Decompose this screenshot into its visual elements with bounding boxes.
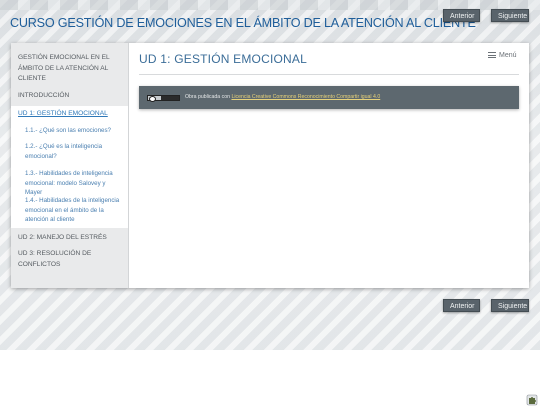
previous-button-bottom[interactable]: Anterior [443, 299, 480, 312]
menu-label: Menú [499, 52, 517, 59]
license-link[interactable]: Licencia Creative Commons Reconocimiento… [231, 94, 380, 100]
license-bar: Obra publicada con Licencia Creative Com… [139, 86, 519, 109]
license-text: Obra publicada con Licencia Creative Com… [185, 94, 380, 100]
sidebar: GESTIÓN EMOCIONAL EN EL ÁMBITO DE LA ATE… [11, 43, 129, 288]
next-button-top[interactable]: Siguiente [491, 9, 529, 22]
sidebar-subitem-1-4[interactable]: 1.4.- Habilidades de la inteligencia emo… [11, 196, 128, 225]
course-title: CURSO GESTIÓN DE EMOCIONES EN EL ÁMBITO … [10, 16, 476, 30]
next-button-bottom[interactable]: Siguiente [491, 299, 529, 312]
menu-icon [488, 52, 496, 59]
creative-commons-badge-icon[interactable] [147, 95, 180, 102]
license-prefix: Obra publicada con [185, 94, 230, 100]
sidebar-item-ud2[interactable]: UD 2: MANEJO DEL ESTRÉS [11, 233, 128, 244]
sidebar-subitem-1-1[interactable]: 1.1.- ¿Qué son las emociones? [11, 126, 128, 136]
page-footer-area [0, 350, 540, 405]
sidebar-subitem-1-3[interactable]: 1.3.- Habilidades de inteligencia emocio… [11, 169, 128, 198]
title-divider [139, 74, 519, 75]
sidebar-item-introduccion[interactable]: INTRODUCCIÓN [11, 91, 128, 102]
cc-by-sa-icon [161, 96, 179, 100]
sidebar-item-ud1[interactable]: UD 1: GESTIÓN EMOCIONAL [11, 109, 128, 120]
menu-button[interactable]: Menú [488, 52, 517, 59]
sidebar-item-ud3[interactable]: UD 3: RESOLUCIÓN DE CONFLICTOS [11, 249, 128, 270]
cc-circle-icon [149, 96, 156, 102]
main-panel: GESTIÓN EMOCIONAL EN EL ÁMBITO DE LA ATE… [11, 43, 529, 288]
puzzle-icon[interactable] [526, 391, 538, 406]
page-title: UD 1: GESTIÓN EMOCIONAL [139, 52, 307, 66]
previous-button-top[interactable]: Anterior [443, 9, 480, 22]
sidebar-subitem-1-2[interactable]: 1.2.- ¿Qué es la inteligencia emocional? [11, 142, 128, 161]
sidebar-item-course-home[interactable]: GESTIÓN EMOCIONAL EN EL ÁMBITO DE LA ATE… [11, 53, 128, 85]
